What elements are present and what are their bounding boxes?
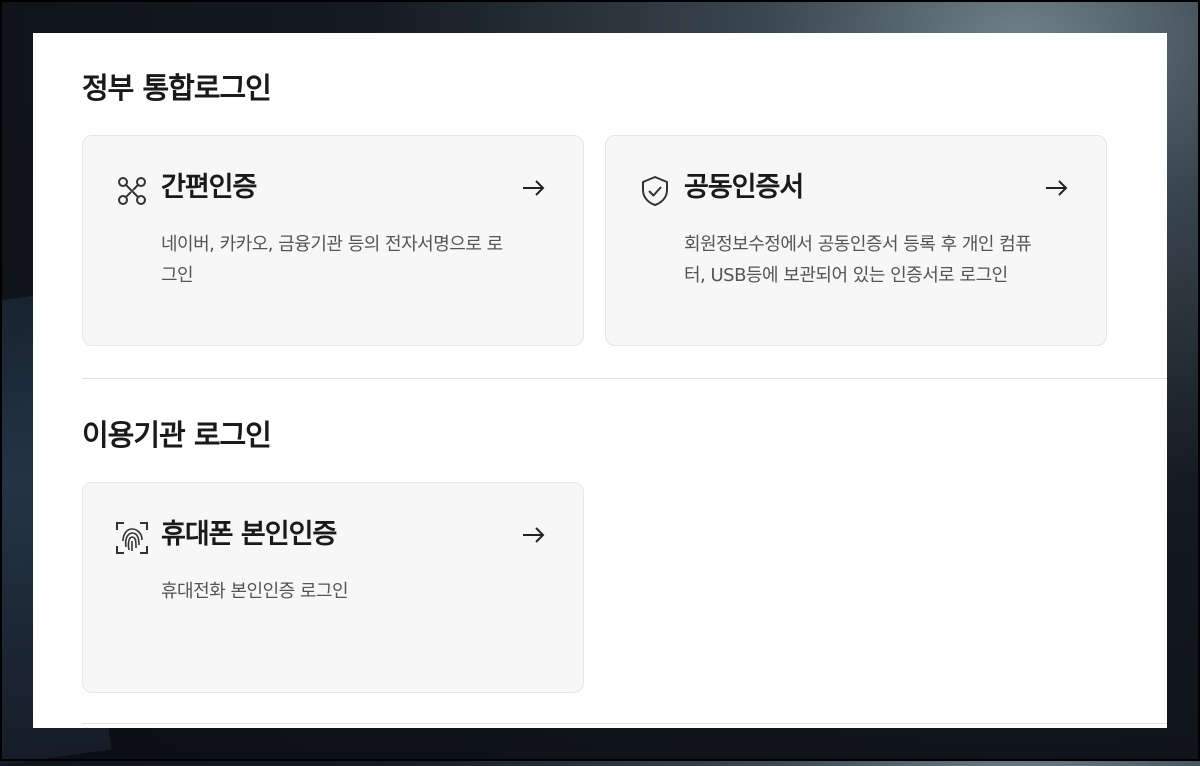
card-title: 공동인증서 xyxy=(684,172,804,203)
card-title: 휴대폰 본인인증 xyxy=(161,519,337,550)
login-panel: 정부 통합로그인 간편인증 네이버, 카카오, 금융기관 등의 전자서명으로 로… xyxy=(33,33,1167,728)
section-divider xyxy=(82,723,1167,724)
card-description: 휴대전화 본인인증 로그인 xyxy=(161,581,349,602)
card-title: 간편인증 xyxy=(161,172,257,203)
institution-login-title: 이용기관 로그인 xyxy=(82,418,272,452)
arrow-right-icon[interactable] xyxy=(521,176,547,200)
card-description: 회원정보수정에서 공동인증서 등록 후 개인 컴퓨터, USB등에 보관되어 있… xyxy=(684,234,1032,286)
section-divider xyxy=(82,378,1167,379)
government-login-title: 정부 통합로그인 xyxy=(82,71,272,105)
fingerprint-scan-icon xyxy=(115,521,149,555)
phone-auth-card[interactable]: 휴대폰 본인인증 휴대전화 본인인증 로그인 xyxy=(82,482,584,693)
simple-auth-icon xyxy=(115,174,149,208)
card-description: 네이버, 카카오, 금융기관 등의 전자서명으로 로그인 xyxy=(161,234,503,286)
arrow-right-icon[interactable] xyxy=(521,523,547,547)
shield-check-icon xyxy=(638,174,672,208)
joint-certificate-card[interactable]: 공동인증서 회원정보수정에서 공동인증서 등록 후 개인 컴퓨터, USB등에 … xyxy=(605,135,1107,346)
simple-auth-card[interactable]: 간편인증 네이버, 카카오, 금융기관 등의 전자서명으로 로그인 xyxy=(82,135,584,346)
arrow-right-icon[interactable] xyxy=(1044,176,1070,200)
